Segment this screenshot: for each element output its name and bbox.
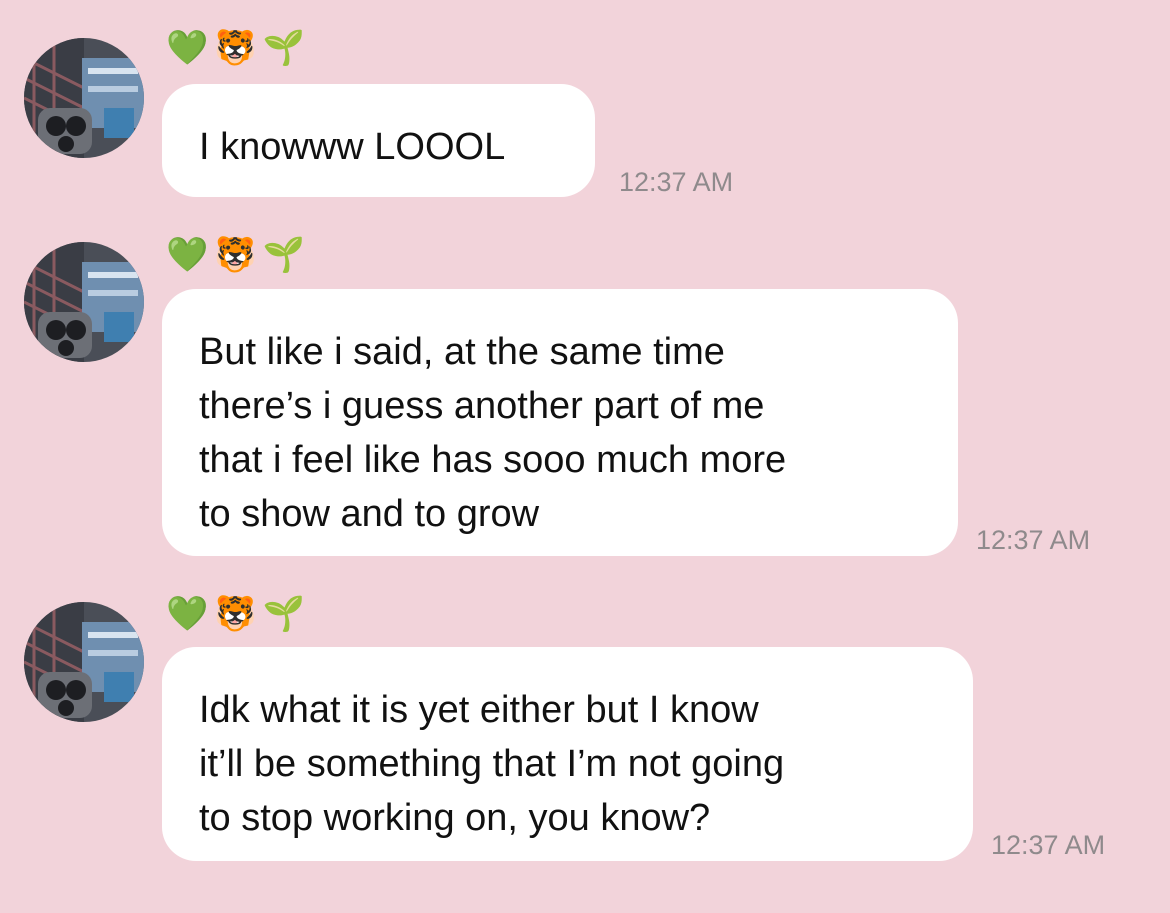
sender-avatar[interactable] bbox=[24, 602, 144, 722]
message-text-line: that i feel like has sooo much more bbox=[199, 439, 787, 481]
message-text-line: But like i said, at the same time bbox=[199, 331, 725, 373]
message-text-line: Idk what it is yet either but I know bbox=[199, 689, 759, 731]
sender-avatar[interactable] bbox=[24, 242, 144, 362]
green-heart-icon: 💚 bbox=[166, 28, 209, 68]
sender-avatar[interactable] bbox=[24, 38, 144, 158]
tiger-face-icon: 🐯 bbox=[214, 235, 257, 275]
avatar-photo bbox=[24, 602, 144, 722]
seedling-icon: 🌱 bbox=[262, 235, 306, 275]
tiger-face-icon: 🐯 bbox=[214, 594, 257, 634]
message-text-line: to stop working on, you know? bbox=[199, 797, 711, 839]
green-heart-icon: 💚 bbox=[166, 594, 209, 634]
message-bubble[interactable]: I knowww LOOOL bbox=[162, 84, 595, 197]
seedling-icon: 🌱 bbox=[262, 594, 306, 634]
seedling-icon: 🌱 bbox=[262, 28, 306, 68]
sender-name: 💚 🐯 🌱 bbox=[166, 592, 305, 636]
avatar-photo bbox=[24, 38, 144, 158]
message-text-line: there’s i guess another part of me bbox=[199, 385, 765, 427]
green-heart-icon: 💚 bbox=[166, 235, 209, 275]
avatar-photo bbox=[24, 242, 144, 362]
message-text-line: to show and to grow bbox=[199, 493, 540, 535]
sender-name: 💚 🐯 🌱 bbox=[166, 26, 305, 70]
tiger-face-icon: 🐯 bbox=[214, 28, 257, 68]
sender-name: 💚 🐯 🌱 bbox=[166, 233, 305, 277]
message-timestamp: 12:37 AM bbox=[619, 167, 734, 197]
message-text-line: it’ll be something that I’m not going bbox=[199, 743, 785, 785]
message-timestamp: 12:37 AM bbox=[991, 830, 1106, 860]
message-bubble[interactable]: Idk what it is yet either but I know it’… bbox=[162, 647, 973, 861]
message-timestamp: 12:37 AM bbox=[976, 525, 1091, 555]
message-text-line: I knowww LOOOL bbox=[199, 126, 506, 168]
message-bubble[interactable]: But like i said, at the same time there’… bbox=[162, 289, 958, 556]
